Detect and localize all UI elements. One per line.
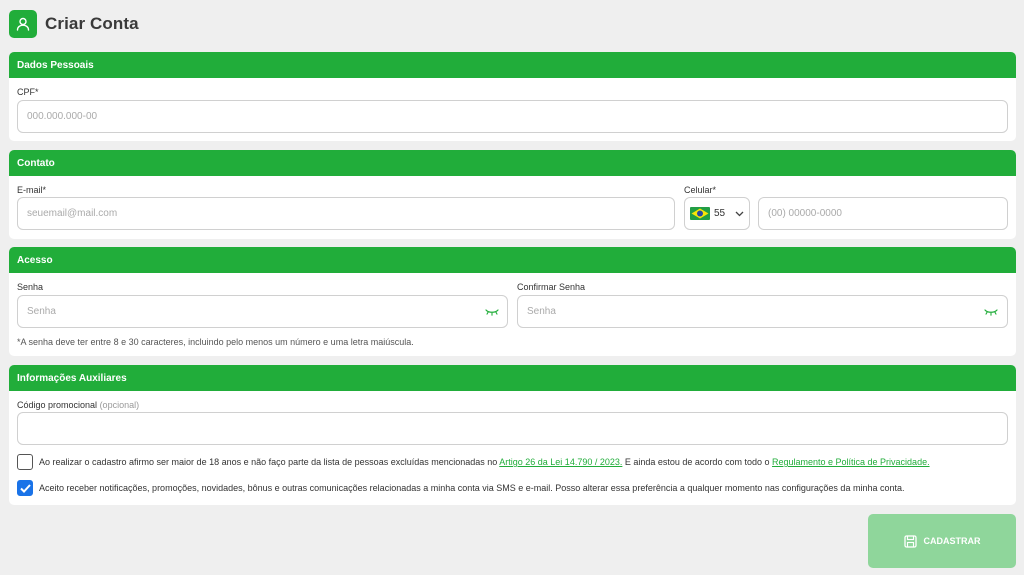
email-label: E-mail* xyxy=(17,185,47,195)
confirm-password-input[interactable] xyxy=(517,295,1008,328)
privacy-policy-link[interactable]: Regulamento e Política de Privacidade. xyxy=(772,457,930,467)
notifications-row: Aceito receber notificações, promoções, … xyxy=(17,480,904,496)
register-button[interactable]: CADASTRAR xyxy=(868,514,1016,568)
phone-input[interactable] xyxy=(758,197,1008,230)
user-icon xyxy=(9,10,37,38)
chevron-down-icon xyxy=(735,211,744,216)
section-header: Contato xyxy=(9,150,1016,176)
terms-text: Ao realizar o cadastro afirmo ser maior … xyxy=(39,457,930,467)
checkmark-icon xyxy=(19,483,31,493)
promo-code-label: Código promocional (opcional) xyxy=(17,400,140,410)
page-title: Criar Conta xyxy=(45,14,139,33)
terms-checkbox[interactable] xyxy=(17,454,33,470)
cpf-input[interactable] xyxy=(17,100,1008,133)
password-input[interactable] xyxy=(17,295,508,328)
section-header: Dados Pessoais xyxy=(9,52,1016,78)
promo-code-input[interactable] xyxy=(17,412,1008,445)
password-label: Senha xyxy=(17,282,44,292)
contact-section: Contato E-mail* Celular* 55 xyxy=(9,150,1016,239)
personal-data-section: Dados Pessoais CPF* xyxy=(9,52,1016,141)
section-header: Acesso xyxy=(9,247,1016,273)
country-code: 55 xyxy=(714,208,726,219)
page-header: Criar Conta xyxy=(9,10,139,38)
phone-label: Celular* xyxy=(684,185,717,195)
section-header: Informações Auxiliares xyxy=(9,365,1016,391)
eye-closed-icon[interactable] xyxy=(485,308,499,316)
save-icon xyxy=(903,534,917,548)
country-code-select[interactable]: 55 xyxy=(684,197,750,230)
cpf-label: CPF* xyxy=(17,87,39,97)
terms-row: Ao realizar o cadastro afirmo ser maior … xyxy=(17,454,930,470)
password-hint: *A senha deve ter entre 8 e 30 caractere… xyxy=(17,337,414,347)
notifications-text: Aceito receber notificações, promoções, … xyxy=(39,483,905,493)
confirm-password-label: Confirmar Senha xyxy=(517,282,586,292)
eye-closed-icon[interactable] xyxy=(984,308,998,316)
access-section: Acesso Senha Confirmar Senha *A senha de… xyxy=(9,247,1016,356)
email-input[interactable] xyxy=(17,197,675,230)
brazil-flag-icon xyxy=(690,207,710,220)
optional-tag: (opcional) xyxy=(99,400,140,410)
law-article-link[interactable]: Artigo 26 da Lei 14.790 / 2023. xyxy=(499,457,622,467)
register-button-label: CADASTRAR xyxy=(923,536,981,546)
auxiliary-info-section: Informações Auxiliares Código promociona… xyxy=(9,365,1016,505)
notifications-checkbox[interactable] xyxy=(17,480,33,496)
